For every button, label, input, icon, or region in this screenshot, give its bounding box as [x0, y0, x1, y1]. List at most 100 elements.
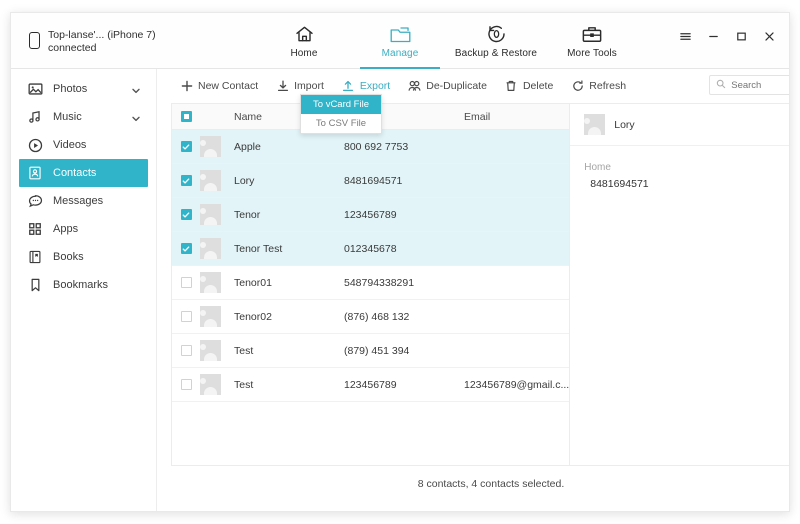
- toolbox-icon: [581, 23, 603, 45]
- select-all-checkbox[interactable]: [180, 111, 192, 122]
- avatar: [200, 340, 221, 361]
- search-icon: [716, 79, 726, 92]
- table-row[interactable]: Apple 800 692 7753: [172, 130, 570, 164]
- row-avatar-cell: [200, 170, 234, 191]
- row-name: Tenor Test: [234, 242, 283, 255]
- table-row[interactable]: Tenor02 (876) 468 132: [172, 300, 570, 334]
- contacts-toolbar: New Contact Import Export De-Duplicate D…: [171, 69, 789, 103]
- row-checkbox-cell[interactable]: [172, 345, 200, 356]
- menu-icon[interactable]: [678, 29, 693, 44]
- column-header-email[interactable]: Email: [464, 111, 569, 123]
- search-box[interactable]: [709, 75, 789, 95]
- plus-icon: [180, 80, 193, 93]
- sidebar: Photos Music Videos Contacts Messages Ap…: [11, 69, 157, 511]
- sidebar-item-photos[interactable]: Photos: [19, 75, 148, 103]
- import-label: Import: [294, 80, 324, 92]
- table-row[interactable]: Tenor01 548794338291: [172, 266, 570, 300]
- import-icon: [276, 80, 289, 93]
- row-checkbox[interactable]: [180, 379, 192, 390]
- sidebar-item-apps-label: Apps: [53, 223, 79, 235]
- contact-detail-panel: Lory Home 8481694571: [570, 104, 789, 465]
- sidebar-item-apps[interactable]: Apps: [19, 215, 148, 243]
- new-contact-button[interactable]: New Contact: [171, 74, 267, 98]
- export-icon: [342, 80, 355, 93]
- avatar: [200, 170, 221, 191]
- status-bar: 8 contacts, 4 contacts selected.: [171, 466, 789, 504]
- sidebar-item-contacts[interactable]: Contacts: [19, 159, 148, 187]
- row-name: Test: [234, 344, 254, 357]
- device-info[interactable]: Top-lanse'... (iPhone 7) connected: [29, 29, 156, 55]
- nav-tab-backup-restore-label: Backup & Restore: [454, 48, 538, 59]
- sidebar-item-messages[interactable]: Messages: [19, 187, 148, 215]
- photo-icon: [27, 81, 43, 97]
- export-to-vcard-item[interactable]: To vCard File: [301, 95, 381, 114]
- minimize-icon[interactable]: [706, 29, 721, 44]
- device-status: connected: [48, 42, 97, 54]
- select-all-cell[interactable]: [172, 111, 200, 122]
- nav-tab-more-tools-label: More Tools: [567, 48, 617, 59]
- avatar: [200, 272, 221, 293]
- detail-field-value: 8481694571: [590, 178, 649, 190]
- delete-button[interactable]: Delete: [496, 74, 562, 98]
- close-icon[interactable]: [762, 29, 777, 44]
- row-checkbox[interactable]: [180, 277, 192, 288]
- row-name: Apple: [234, 140, 261, 153]
- detail-fields: Home 8481694571: [570, 146, 789, 190]
- table-row[interactable]: Tenor Test 012345678: [172, 232, 570, 266]
- row-avatar-cell: [200, 340, 234, 361]
- detail-field-label: Home: [584, 162, 611, 173]
- nav-tab-backup-restore[interactable]: Backup & Restore: [448, 13, 544, 69]
- avatar: [200, 306, 221, 327]
- sidebar-item-contacts-label: Contacts: [53, 167, 97, 179]
- row-checkbox[interactable]: [180, 209, 192, 220]
- nav-tab-more-tools[interactable]: More Tools: [544, 13, 640, 69]
- sidebar-item-bookmarks-label: Bookmarks: [53, 279, 109, 291]
- maximize-icon[interactable]: [734, 29, 749, 44]
- row-name: Tenor02: [234, 310, 272, 323]
- book-icon: [27, 249, 43, 265]
- bookmark-icon: [27, 277, 43, 293]
- row-avatar-cell: [200, 374, 234, 395]
- row-checkbox-cell[interactable]: [172, 243, 200, 254]
- row-avatar-cell: [200, 204, 234, 225]
- refresh-button[interactable]: Refresh: [562, 74, 635, 98]
- row-checkbox-cell[interactable]: [172, 311, 200, 322]
- row-avatar-cell: [200, 272, 234, 293]
- nav-tab-manage[interactable]: Manage: [352, 13, 448, 69]
- sidebar-item-bookmarks[interactable]: Bookmarks: [19, 271, 148, 299]
- row-checkbox[interactable]: [180, 345, 192, 356]
- contacts-rows: Apple 800 692 7753 Lory 8481694571 Tenor 1234…: [172, 130, 570, 402]
- detail-header: Lory: [570, 104, 789, 146]
- de-duplicate-button[interactable]: De-Duplicate: [399, 74, 496, 98]
- chevron-down-icon[interactable]: [132, 113, 140, 125]
- table-row[interactable]: Lory 8481694571: [172, 164, 570, 198]
- row-checkbox-cell[interactable]: [172, 175, 200, 186]
- row-checkbox[interactable]: [180, 175, 192, 186]
- export-to-csv-item[interactable]: To CSV File: [301, 114, 381, 133]
- status-text: 8 contacts, 4 contacts selected.: [417, 478, 565, 490]
- row-checkbox[interactable]: [180, 141, 192, 152]
- row-checkbox-cell[interactable]: [172, 141, 200, 152]
- table-row[interactable]: Test (879) 451 394: [172, 334, 570, 368]
- sidebar-item-books[interactable]: Books: [19, 243, 148, 271]
- table-row[interactable]: Test 123456789 123456789@gmail.c...: [172, 368, 570, 402]
- row-checkbox-cell[interactable]: [172, 379, 200, 390]
- table-row[interactable]: Tenor 123456789: [172, 198, 570, 232]
- row-checkbox[interactable]: [180, 311, 192, 322]
- row-checkbox[interactable]: [180, 243, 192, 254]
- restore-icon: [486, 23, 507, 45]
- nav-tab-home[interactable]: Home: [256, 13, 352, 69]
- refresh-icon: [571, 80, 584, 93]
- contacts-table: Name Phone Email Apple800 692 7753Lory84…: [171, 103, 789, 466]
- device-name: Top-lanse'... (iPhone 7): [48, 29, 156, 41]
- search-input[interactable]: [731, 79, 789, 91]
- nav-tab-home-label: Home: [290, 48, 318, 59]
- row-checkbox-cell[interactable]: [172, 277, 200, 288]
- row-checkbox-cell[interactable]: [172, 209, 200, 220]
- sidebar-item-music[interactable]: Music: [19, 103, 148, 131]
- row-name: Lory: [234, 174, 255, 187]
- chevron-down-icon[interactable]: [132, 85, 140, 97]
- sidebar-item-videos[interactable]: Videos: [19, 131, 148, 159]
- row-phone: 123456789: [344, 208, 397, 221]
- new-contact-label: New Contact: [198, 80, 259, 92]
